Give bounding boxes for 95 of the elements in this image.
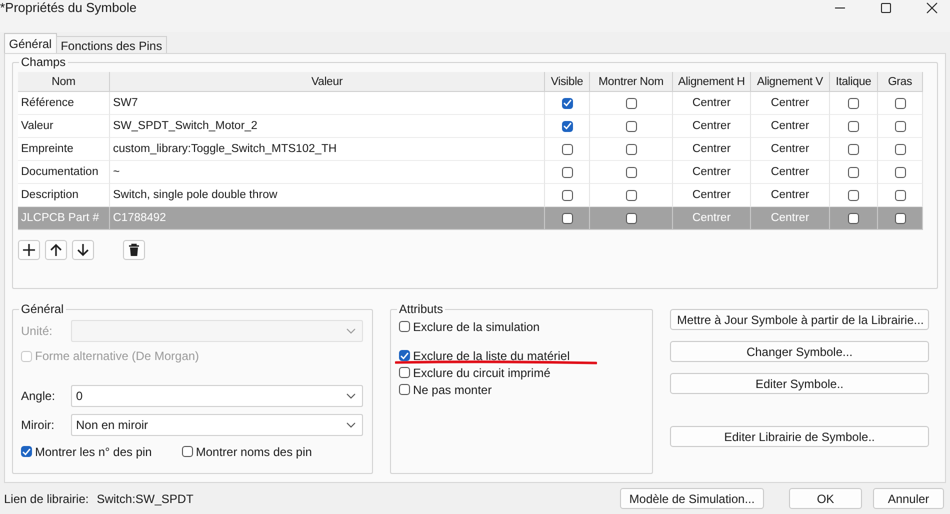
column-header[interactable]: Nom <box>18 72 110 92</box>
checkbox[interactable] <box>562 166 572 178</box>
table-cell: Empreinte <box>18 138 110 161</box>
checkbox[interactable] <box>626 212 636 224</box>
checkbox[interactable]: Exclure de la liste du matériel <box>399 348 570 362</box>
column-header[interactable]: Alignement H <box>673 72 751 92</box>
checkbox[interactable] <box>626 98 636 108</box>
checkbox[interactable] <box>626 144 636 154</box>
column-header[interactable]: Italique <box>830 72 878 92</box>
checkbox[interactable] <box>626 190 636 200</box>
tab[interactable]: Fonctions des Pins <box>56 36 168 53</box>
action-button[interactable]: Editer Librairie de Symbole.. <box>670 426 929 447</box>
table-cell: Centrer <box>751 115 830 138</box>
checkbox[interactable]: Montrer les n° des pin <box>21 444 152 458</box>
check-icon <box>562 122 572 130</box>
checkbox[interactable] <box>848 212 859 224</box>
check-icon <box>400 352 409 360</box>
action-button[interactable]: Changer Symbole... <box>670 341 929 362</box>
checkbox[interactable] <box>848 166 859 178</box>
table-cell: Valeur <box>18 115 110 138</box>
table-cell: Centrer <box>673 138 751 161</box>
add-button[interactable] <box>18 240 40 260</box>
checkbox[interactable] <box>562 212 572 224</box>
action-button[interactable]: Mettre à Jour Symbole à partir de la Librairie... <box>670 309 929 330</box>
column-header[interactable]: Montrer Nom <box>590 72 673 92</box>
table-cell: Centrer <box>751 161 830 184</box>
checkbox[interactable] <box>894 98 906 108</box>
checkbox[interactable] <box>848 120 859 132</box>
tab[interactable]: Général <box>4 33 57 53</box>
maximize-icon[interactable] <box>880 2 892 14</box>
table-cell: JLCPCB Part # <box>18 207 110 230</box>
checkbox[interactable] <box>894 144 906 154</box>
column-header[interactable]: Valeur <box>110 72 545 92</box>
library-link-value: Switch:SW_SPDT <box>96 492 194 506</box>
checkbox[interactable] <box>894 190 906 200</box>
checkbox[interactable] <box>562 98 572 108</box>
chevron-down-icon <box>346 392 356 398</box>
table-cell: custom_library:Toggle_Switch_MTS102_TH <box>110 138 545 161</box>
group-title: Champs <box>19 55 68 69</box>
checkbox[interactable] <box>626 166 636 178</box>
field-label: Angle: <box>21 388 56 402</box>
table-cell: Documentation <box>18 161 110 184</box>
table-cell: Centrer <box>673 207 751 230</box>
table-cell: Centrer <box>673 92 751 115</box>
mirror-dropdown[interactable]: Non en miroir <box>71 414 363 436</box>
dialog-button[interactable]: Modèle de Simulation... <box>620 488 764 509</box>
trash-icon <box>127 243 141 257</box>
dialog-button[interactable]: Annuler <box>873 488 944 509</box>
library-link-label: Lien de librairie: <box>4 492 89 506</box>
dialog-button[interactable]: OK <box>789 488 862 509</box>
checkbox[interactable] <box>848 98 859 108</box>
column-header[interactable]: Gras <box>878 72 923 92</box>
field-label: Unité: <box>21 324 54 338</box>
checkbox[interactable] <box>848 190 859 200</box>
delete-button[interactable] <box>123 240 145 260</box>
move-down-button[interactable] <box>72 240 94 260</box>
table-cell: ~ <box>110 161 545 184</box>
checkbox[interactable]: Montrer noms des pin <box>182 444 312 458</box>
checkbox[interactable]: Exclure de la simulation <box>399 320 540 334</box>
checkbox[interactable]: Exclure du circuit imprimé <box>399 366 550 380</box>
column-header[interactable]: Visible <box>545 72 590 92</box>
move-up-button[interactable] <box>45 240 67 260</box>
checkbox[interactable] <box>894 212 906 224</box>
checkbox[interactable] <box>562 144 572 154</box>
table-cell: Centrer <box>751 207 830 230</box>
table-cell: SW7 <box>110 92 545 115</box>
table-cell: Référence <box>18 92 110 115</box>
table-cell: Centrer <box>751 138 830 161</box>
checkbox[interactable]: Ne pas monter <box>399 382 492 396</box>
checkbox[interactable] <box>562 190 572 200</box>
down-arrow-icon <box>76 243 90 257</box>
table-cell: C1788492 <box>110 207 545 230</box>
check-icon <box>22 448 31 456</box>
plus-icon <box>22 243 36 257</box>
field-label: Miroir: <box>21 418 56 432</box>
check-icon <box>562 99 572 107</box>
checkbox[interactable] <box>848 144 859 154</box>
checkbox[interactable] <box>894 166 906 178</box>
group-title: Général <box>19 302 66 316</box>
table-cell: SW_SPDT_Switch_Motor_2 <box>110 115 545 138</box>
table-cell: Centrer <box>673 115 751 138</box>
checkbox[interactable] <box>894 120 906 132</box>
angle-dropdown[interactable]: 0 <box>71 384 363 406</box>
chevron-down-icon <box>346 328 356 334</box>
table-cell: Centrer <box>751 92 830 115</box>
group-title: Attributs <box>397 302 446 316</box>
checkbox[interactable] <box>626 120 636 132</box>
action-button[interactable]: Editer Symbole.. <box>670 373 929 394</box>
chevron-down-icon <box>346 422 356 428</box>
window-title: *Propriétés du Symbole <box>0 0 137 15</box>
checkbox[interactable] <box>562 120 572 132</box>
table-cell: Centrer <box>673 161 751 184</box>
close-icon[interactable] <box>926 2 938 14</box>
up-arrow-icon <box>49 243 63 257</box>
column-header[interactable]: Alignement V <box>751 72 830 92</box>
